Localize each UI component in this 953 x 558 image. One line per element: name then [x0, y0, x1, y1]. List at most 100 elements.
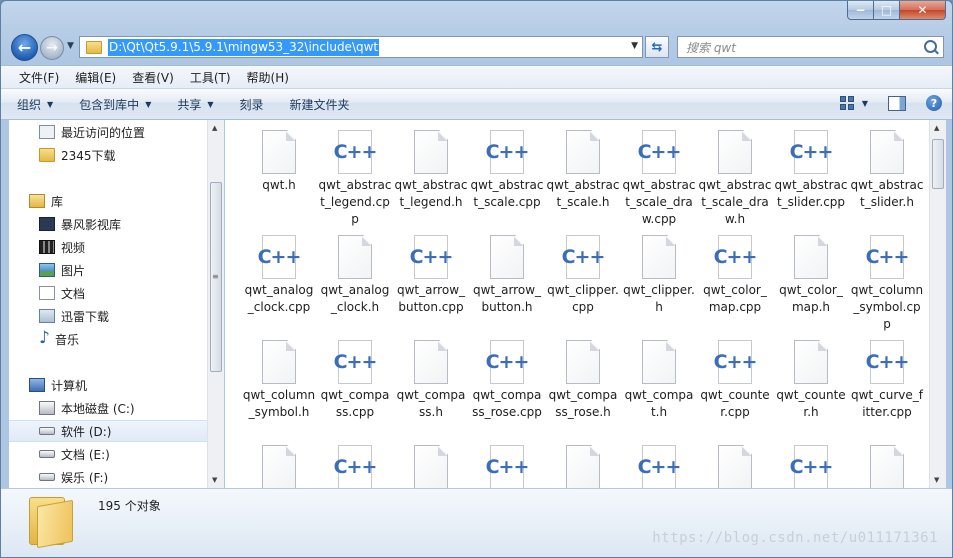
file-item[interactable]: C++ — [621, 445, 697, 488]
nav-item[interactable]: 最近访问的位置 — [9, 121, 207, 143]
command-button[interactable]: 包含到库中 ▼ — [79, 96, 151, 113]
file-item[interactable]: C++ qwt_abstract_slider.cpp — [773, 130, 849, 235]
nav-item[interactable]: 软件 (D:) — [9, 420, 207, 442]
file-item[interactable]: qwt_arrow_button.h — [469, 235, 545, 340]
file-name: qwt_color_map.h — [779, 283, 843, 314]
file-item[interactable] — [697, 445, 773, 488]
menu-item[interactable]: 文件(F) — [11, 69, 67, 86]
file-item[interactable] — [545, 445, 621, 488]
file-item[interactable]: C++ qwt_abstract_scale_draw.cpp — [621, 130, 697, 235]
scroll-up-icon[interactable]: ▲ — [212, 124, 217, 132]
nav-item[interactable]: 娱乐 (F:) — [9, 466, 207, 488]
file-item[interactable]: C++ qwt_clipper.cpp — [545, 235, 621, 340]
help-icon[interactable]: ? — [926, 95, 942, 111]
search-icon[interactable] — [924, 40, 937, 53]
header-file-icon — [338, 235, 372, 279]
file-item[interactable]: C++ qwt_abstract_scale.cpp — [469, 130, 545, 235]
nav-item[interactable]: 音乐 — [9, 328, 207, 350]
nav-item[interactable]: 图片 — [9, 259, 207, 281]
file-item[interactable]: C++ qwt_counter.cpp — [697, 340, 773, 445]
minimize-button[interactable]: − — [847, 1, 874, 20]
command-button[interactable]: 新建文件夹 — [290, 96, 350, 113]
address-bar[interactable]: D:\Qt\Qt5.9.1\5.9.1\mingw53_32\include\q… — [79, 36, 643, 58]
menu-item[interactable]: 编辑(E) — [67, 69, 124, 86]
nav-item[interactable]: 2345下载 — [9, 144, 207, 166]
menu-item[interactable]: 帮助(H) — [239, 69, 297, 86]
file-item[interactable]: qwt.h — [241, 130, 317, 235]
scroll-thumb[interactable] — [932, 139, 944, 189]
file-item[interactable]: qwt_analog_clock.h — [317, 235, 393, 340]
command-button[interactable]: 共享 ▼ — [177, 96, 213, 113]
file-item[interactable]: qwt_clipper.h — [621, 235, 697, 340]
file-item[interactable]: qwt_counter.h — [773, 340, 849, 445]
file-item[interactable]: qwt_compass.h — [393, 340, 469, 445]
chevron-down-icon[interactable]: ▼ — [862, 99, 868, 108]
file-item[interactable] — [393, 445, 469, 488]
nav-item[interactable]: 迅雷下载 — [9, 305, 207, 327]
command-button[interactable]: 刻录 — [240, 96, 264, 113]
scroll-down-icon[interactable]: ▼ — [212, 476, 217, 484]
file-item[interactable]: qwt_column_symbol.h — [241, 340, 317, 445]
scroll-down-icon[interactable]: ▼ — [934, 476, 939, 484]
file-name: qwt_compass_rose.cpp — [472, 388, 542, 419]
menu-item[interactable]: 工具(T) — [182, 69, 239, 86]
file-item[interactable]: C++ qwt_arrow_button.cpp — [393, 235, 469, 340]
nav-item[interactable]: 暴风影视库 — [9, 213, 207, 235]
file-item[interactable]: qwt_abstract_scale.h — [545, 130, 621, 235]
cpp-file-icon: C++ — [711, 340, 759, 384]
nav-item[interactable]: 本地磁盘 (C:) — [9, 397, 207, 419]
command-button[interactable]: 组织 ▼ — [17, 96, 53, 113]
chevron-down-icon[interactable]: ▼ — [631, 41, 638, 51]
close-button[interactable]: ✕ — [900, 1, 946, 20]
file-item[interactable]: C++ — [317, 445, 393, 488]
refresh-icon: ⇆ — [651, 39, 663, 55]
forward-button[interactable]: → — [40, 36, 64, 60]
file-item[interactable]: qwt_compat.h — [621, 340, 697, 445]
file-name: qwt_abstract_scale_draw.h — [698, 178, 772, 226]
scroll-up-icon[interactable]: ▲ — [934, 124, 939, 132]
search-box[interactable]: 搜索 qwt — [677, 36, 944, 58]
menu-bar: 文件(F) 编辑(E) 查看(V) 工具(T) 帮助(H) — [1, 65, 952, 89]
file-item[interactable]: C++ qwt_compass_rose.cpp — [469, 340, 545, 445]
view-options-icon[interactable] — [839, 96, 854, 110]
recent-pages-dropdown[interactable]: ▼ — [67, 41, 74, 51]
refresh-button[interactable]: ⇆ — [645, 36, 669, 58]
nav-item[interactable]: 文档 (E:) — [9, 443, 207, 465]
search-input[interactable]: 搜索 qwt — [686, 39, 736, 56]
back-button[interactable]: ← — [11, 34, 38, 61]
content-scrollbar[interactable]: ▲ ▼ — [929, 120, 946, 488]
file-item[interactable]: qwt_abstract_legend.h — [393, 130, 469, 235]
file-item[interactable]: qwt_abstract_scale_draw.h — [697, 130, 773, 235]
file-item[interactable]: C++ qwt_color_map.cpp — [697, 235, 773, 340]
file-item[interactable] — [849, 445, 925, 488]
file-item[interactable]: qwt_compass_rose.h — [545, 340, 621, 445]
maximize-button[interactable]: □ — [874, 1, 900, 20]
arrow-right-icon: → — [46, 40, 58, 56]
command-label: 新建文件夹 — [289, 97, 350, 112]
file-item[interactable]: C++ qwt_compass.cpp — [317, 340, 393, 445]
nav-item-label: 娱乐 (F:) — [61, 470, 109, 485]
file-item[interactable]: C++ qwt_curve_fitter.cpp — [849, 340, 925, 445]
file-item[interactable]: C++ qwt_analog_clock.cpp — [241, 235, 317, 340]
file-item[interactable]: C++ — [773, 445, 849, 488]
nav-item[interactable]: 文档 — [9, 282, 207, 304]
file-item[interactable]: C++ — [469, 445, 545, 488]
file-grid: qwt.h C++ qwt_abstract_legend.cpp qwt_abstr… — [241, 130, 925, 488]
navigation-scrollbar[interactable]: ▲ ≡ ▼ — [207, 120, 224, 488]
file-item[interactable]: qwt_abstract_slider.h — [849, 130, 925, 235]
file-name: qwt_color_map.cpp — [703, 283, 767, 314]
nav-item[interactable]: 计算机 — [9, 374, 207, 396]
file-item[interactable]: C++ qwt_abstract_legend.cpp — [317, 130, 393, 235]
nav-item-label: 视频 — [61, 240, 86, 255]
nav-item[interactable]: 库 — [9, 190, 207, 212]
file-item[interactable]: qwt_color_map.h — [773, 235, 849, 340]
folder-icon — [27, 497, 73, 549]
menu-item[interactable]: 查看(V) — [124, 69, 182, 86]
file-item[interactable]: C++ qwt_column_symbol.cpp — [849, 235, 925, 340]
cpp-file-icon: C++ — [331, 130, 379, 174]
nav-item[interactable]: 视频 — [9, 236, 207, 258]
preview-pane-icon[interactable] — [888, 95, 906, 111]
cpp-icon-label: C++ — [637, 456, 682, 478]
address-path[interactable]: D:\Qt\Qt5.9.1\5.9.1\mingw53_32\include\q… — [108, 38, 380, 56]
file-item[interactable] — [241, 445, 317, 488]
